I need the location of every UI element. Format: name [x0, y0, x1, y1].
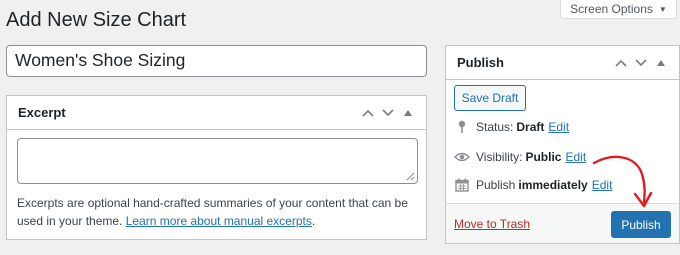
chevron-down-icon[interactable]: [631, 53, 651, 73]
triangle-up-icon[interactable]: [651, 53, 671, 73]
calendar-icon: [454, 178, 470, 192]
visibility-edit-link[interactable]: Edit: [565, 150, 586, 164]
excerpt-box: Excerpt Excerpts are optional hand-craft…: [6, 95, 427, 240]
page-title: Add New Size Chart: [6, 9, 187, 31]
annotation-arrow: [592, 155, 653, 208]
excerpt-box-header: Excerpt: [7, 96, 426, 130]
status-value: Draft: [516, 120, 545, 134]
visibility-row: Visibility: Public Edit: [454, 150, 586, 164]
visibility-value: Public: [525, 150, 562, 164]
pin-icon: [454, 120, 470, 134]
visibility-label: Visibility:: [476, 150, 523, 164]
chevron-up-icon[interactable]: [611, 53, 631, 73]
resize-grip-icon[interactable]: [406, 172, 415, 181]
status-edit-link[interactable]: Edit: [548, 120, 569, 134]
excerpt-box-title: Excerpt: [18, 105, 66, 120]
move-to-trash-link[interactable]: Move to Trash: [454, 217, 530, 231]
learn-more-link[interactable]: Learn more about manual excerpts: [126, 214, 312, 228]
publish-box-title: Publish: [457, 55, 504, 70]
excerpt-textarea[interactable]: [17, 138, 418, 184]
triangle-up-icon[interactable]: [398, 103, 418, 123]
excerpt-help-period: .: [311, 214, 316, 228]
status-row: Status: Draft Edit: [454, 120, 569, 134]
chevron-down-icon[interactable]: [378, 103, 398, 123]
screen-options-button[interactable]: Screen Options ▼: [560, 0, 677, 19]
caret-down-icon: ▼: [658, 4, 667, 14]
screen-options-label: Screen Options: [570, 2, 653, 16]
publish-box-header: Publish: [446, 46, 679, 80]
chevron-up-icon[interactable]: [358, 103, 378, 123]
save-draft-button[interactable]: Save Draft: [454, 85, 526, 111]
status-label: Status:: [476, 120, 514, 134]
publish-box: Publish Save Draft Status: Draft Edit Vi…: [445, 45, 680, 244]
schedule-label: Publish: [476, 178, 516, 192]
publish-button[interactable]: Publish: [611, 211, 671, 238]
excerpt-help-text: Excerpts are optional hand-crafted summa…: [17, 194, 417, 230]
schedule-row: Publish immediately Edit: [454, 178, 612, 192]
eye-icon: [454, 152, 470, 162]
post-title-input[interactable]: Women's Shoe Sizing: [6, 45, 427, 77]
schedule-value: immediately: [518, 178, 588, 192]
